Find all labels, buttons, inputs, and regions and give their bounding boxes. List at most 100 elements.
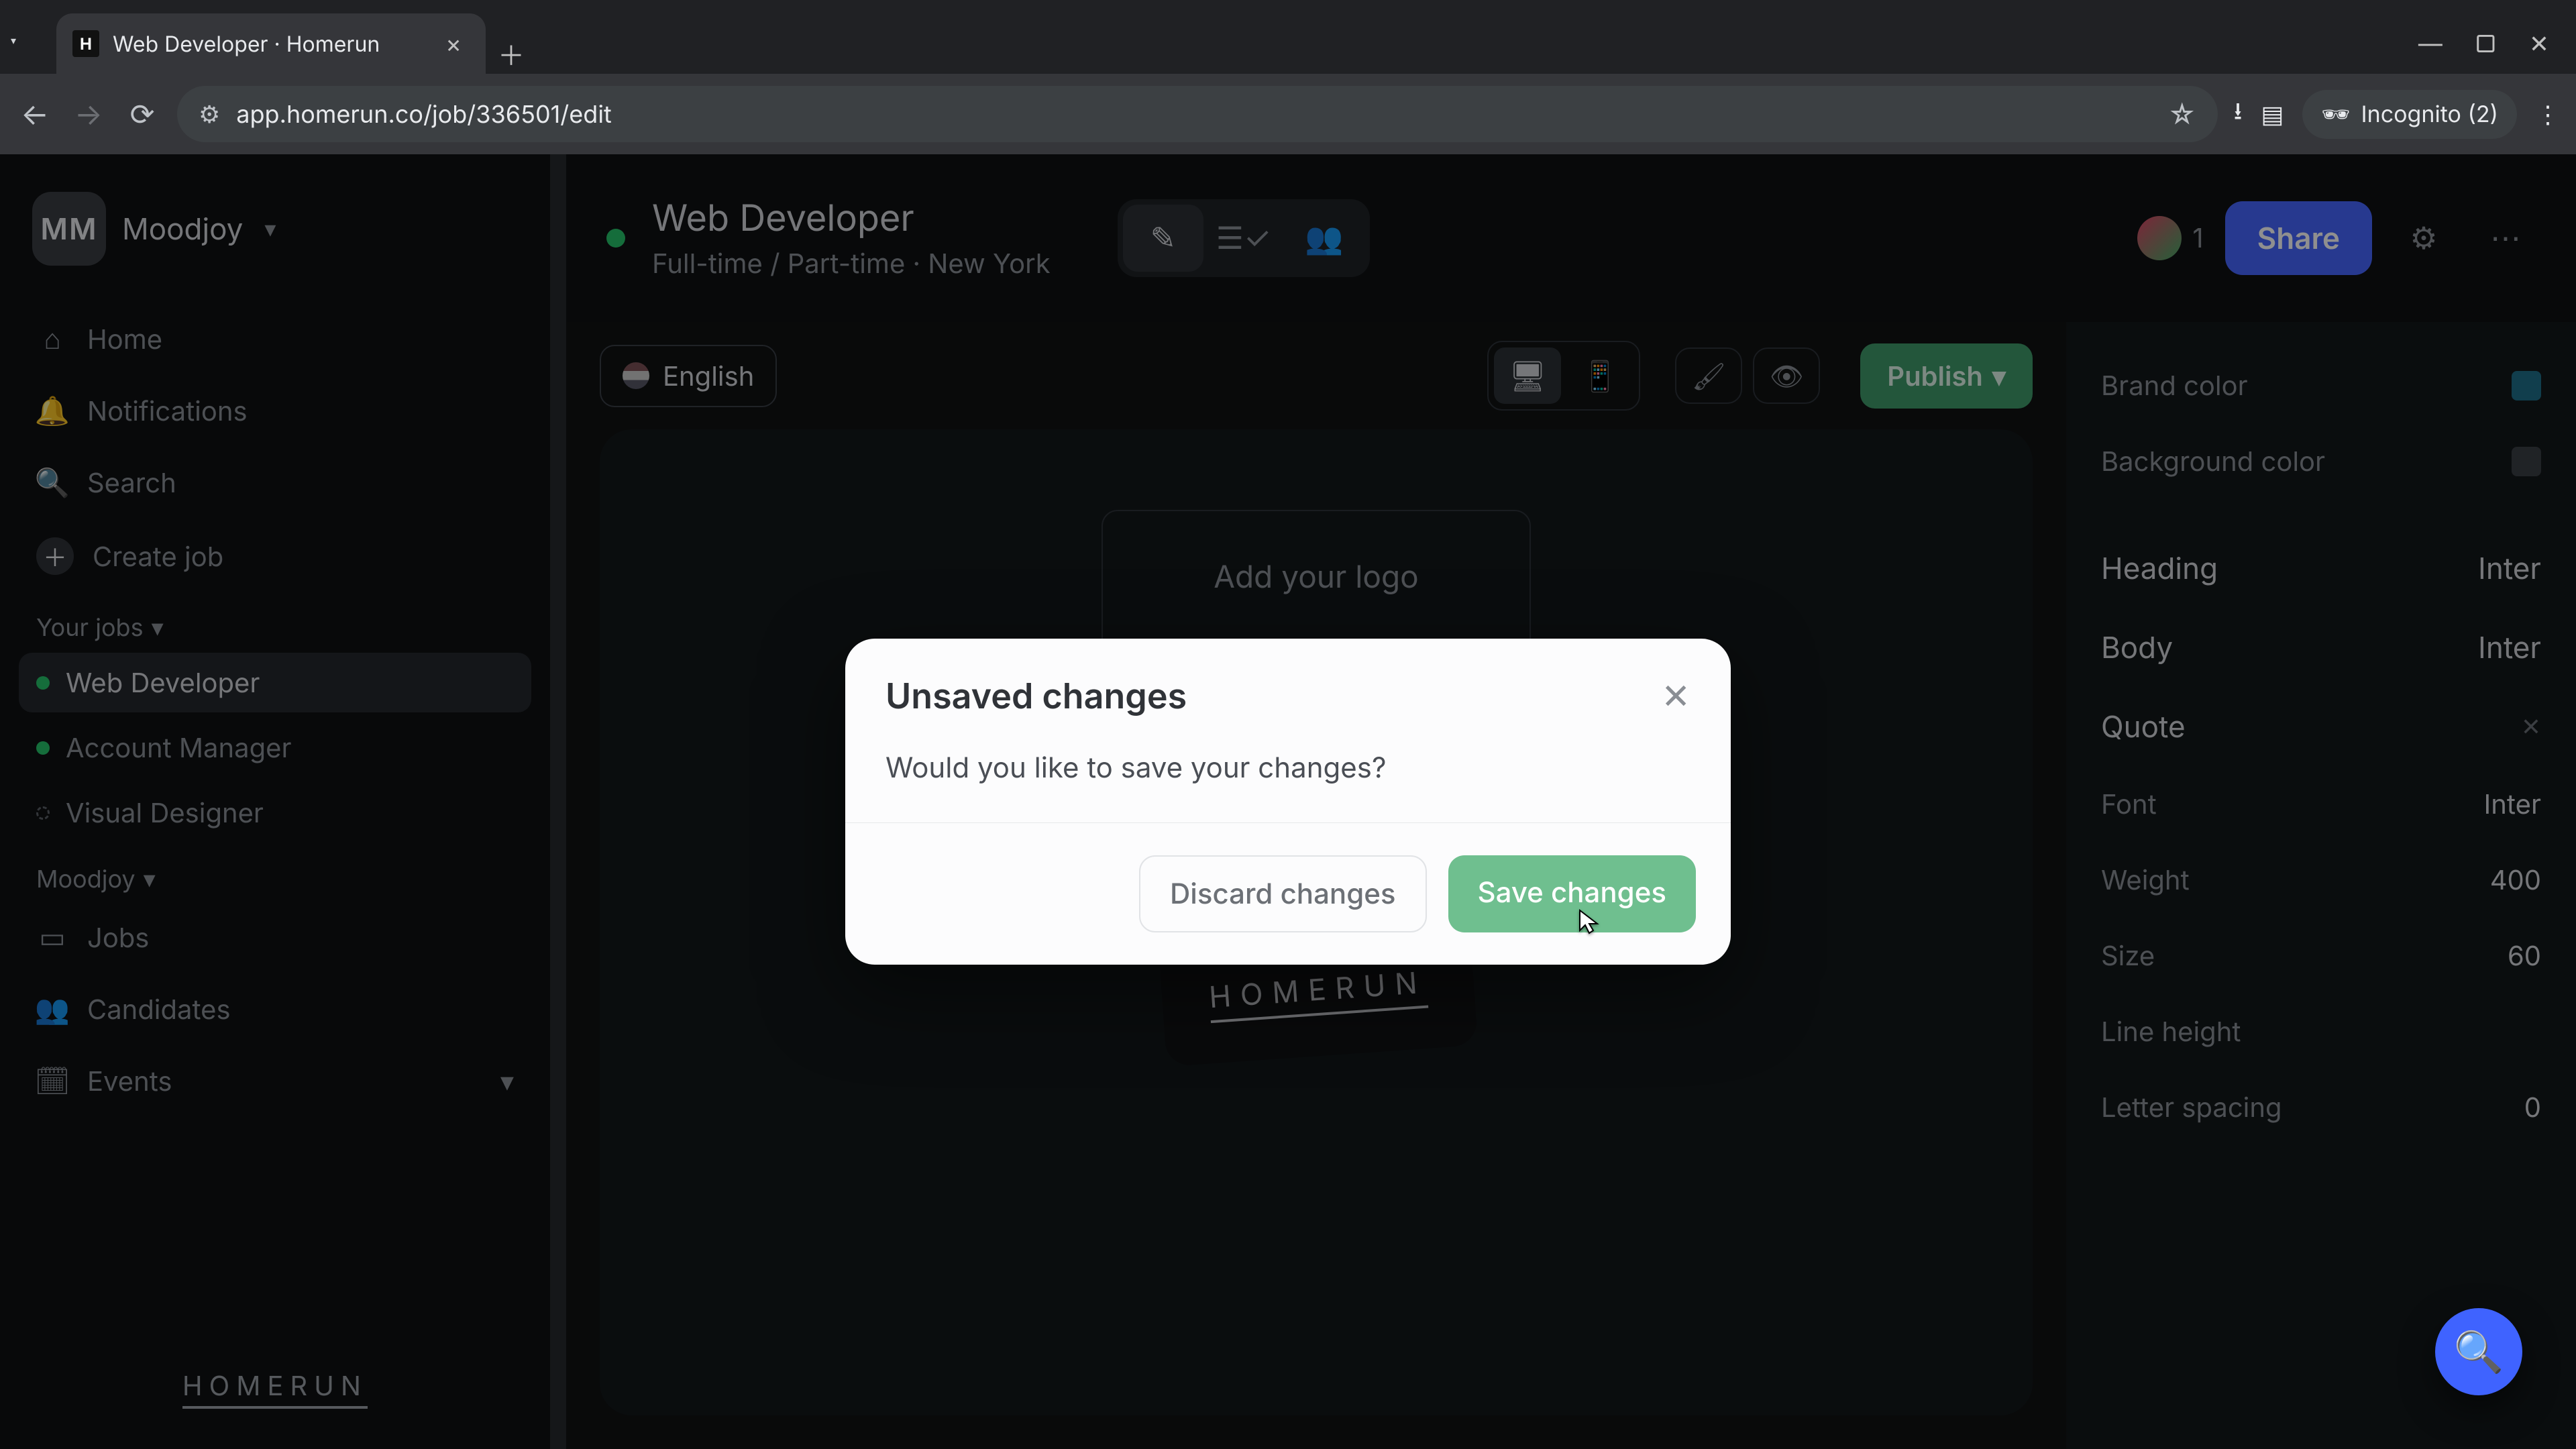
properties-panel: Brand color Background color Heading Int…	[2066, 322, 2576, 1449]
browser-tab-active[interactable]: H Web Developer · Homerun ×	[56, 13, 486, 74]
sidebar-item-events[interactable]: 🗓 Events ▾	[19, 1048, 531, 1114]
search-icon: 🔍	[36, 466, 68, 500]
sidebar-job-web-developer[interactable]: Web Developer	[19, 653, 531, 712]
publish-button[interactable]: Publish ▾	[1860, 343, 2033, 409]
desktop-preview-button[interactable]: 🖥	[1494, 347, 1561, 404]
prop-quote[interactable]: Quote ✕	[2096, 694, 2546, 759]
status-dot-icon	[36, 806, 50, 820]
sidebar-item-search[interactable]: 🔍 Search	[19, 449, 531, 516]
theme-brush-button[interactable]: 🖌	[1675, 347, 1742, 404]
sidebar-item-home[interactable]: ⌂ Home	[19, 306, 531, 372]
sidebar-item-notifications[interactable]: 🔔 Notifications	[19, 378, 531, 444]
tab-close-icon[interactable]: ×	[445, 29, 462, 58]
url-text: app.homerun.co/job/336501/edit	[236, 99, 612, 129]
job-topbar: Web Developer Full-time / Part-time · Ne…	[566, 154, 2576, 322]
bell-icon: 🔔	[36, 394, 68, 428]
discard-changes-button[interactable]: Discard changes	[1139, 855, 1427, 932]
calendar-icon: 🗓	[36, 1064, 68, 1098]
prop-line-height[interactable]: Line height	[2096, 1000, 2546, 1063]
sidebar-job-account-manager[interactable]: Account Manager	[19, 718, 531, 777]
cursor-icon	[1577, 908, 1604, 934]
chevron-down-icon: ▾	[152, 612, 164, 642]
edit-mode-button[interactable]: ✎	[1123, 205, 1203, 272]
tab-list-caret[interactable]: ▾	[11, 34, 51, 74]
window-minimize-icon[interactable]: —	[2418, 29, 2443, 58]
browser-menu-icon[interactable]: ⋮	[2536, 99, 2560, 129]
prop-body[interactable]: Body Inter	[2096, 614, 2546, 680]
sidebar-job-visual-designer[interactable]: Visual Designer	[19, 783, 531, 843]
prop-letter-spacing[interactable]: Letter spacing 0	[2096, 1076, 2546, 1138]
mobile-icon: 📱	[1582, 358, 1619, 394]
downloads-icon[interactable]: ⭳	[2234, 94, 2243, 135]
nav-back-icon[interactable]: ←	[16, 95, 54, 133]
sidebar-item-label: Account Manager	[66, 731, 292, 764]
more-icon: ⋯	[2490, 219, 2521, 257]
prop-heading[interactable]: Heading Inter	[2096, 535, 2546, 601]
page-title: Web Developer	[652, 197, 1051, 240]
nav-forward-icon[interactable]: →	[70, 95, 107, 133]
sidebar-item-label: Events	[87, 1065, 172, 1097]
people-icon: 👥	[36, 992, 68, 1026]
reader-icon[interactable]: ▤	[2261, 99, 2284, 129]
incognito-indicator[interactable]: 🕶 Incognito (2)	[2302, 90, 2517, 139]
status-dot-icon	[36, 676, 50, 690]
chevron-down-icon: ▾	[264, 215, 276, 243]
editor-toolbar: English 🖥 📱 🖌	[566, 322, 2066, 429]
prop-brand-color[interactable]: Brand color	[2096, 354, 2546, 417]
desktop-icon: 🖥	[1509, 358, 1546, 394]
mobile-preview-button[interactable]: 📱	[1566, 347, 1633, 404]
bookmark-star-icon[interactable]: ☆	[2168, 98, 2196, 131]
site-settings-icon[interactable]: ⚙	[199, 99, 220, 129]
save-changes-button[interactable]: Save changes	[1448, 855, 1696, 932]
sidebar-item-label: Jobs	[87, 921, 149, 954]
sidebar-item-label: Candidates	[87, 993, 231, 1026]
workspace-switcher[interactable]: MM Moodjoy ▾	[19, 181, 531, 276]
sidebar-item-label: Web Developer	[66, 666, 260, 699]
presence-count: 1	[2192, 221, 2203, 254]
sidebar-item-label: Create job	[93, 540, 223, 573]
sidebar-section-org[interactable]: Moodjoy ▾	[19, 848, 531, 899]
preview-button[interactable]: 👁	[1753, 347, 1820, 404]
prop-background-color[interactable]: Background color	[2096, 430, 2546, 492]
language-selector[interactable]: English	[600, 345, 777, 407]
color-swatch[interactable]	[2512, 371, 2541, 400]
unsaved-changes-modal: Unsaved changes ✕ Would you like to save…	[845, 639, 1731, 965]
prop-weight[interactable]: Weight 400	[2096, 849, 2546, 911]
sidebar-section-your-jobs[interactable]: Your jobs ▾	[19, 596, 531, 647]
presence-indicator[interactable]: 1	[2137, 216, 2203, 260]
modal-close-button[interactable]: ✕	[1661, 675, 1690, 717]
sidebar-item-candidates[interactable]: 👥 Candidates	[19, 976, 531, 1042]
search-icon: 🔍	[2454, 1328, 2504, 1376]
window-controls: — ▢ ✕	[2418, 13, 2565, 74]
chevron-down-icon: ▾	[500, 1065, 514, 1097]
help-fab[interactable]: 🔍	[2435, 1308, 2522, 1395]
window-maximize-icon[interactable]: ▢	[2475, 29, 2497, 58]
checklist-mode-button[interactable]: ☰✓	[1203, 205, 1284, 272]
share-button[interactable]: Share	[2225, 201, 2372, 275]
url-bar[interactable]: ⚙ app.homerun.co/job/336501/edit ☆	[177, 86, 2218, 142]
window-close-icon[interactable]: ✕	[2529, 29, 2549, 58]
nav-reload-icon[interactable]: ⟳	[123, 95, 161, 133]
status-dot-icon	[36, 741, 50, 755]
close-icon[interactable]: ✕	[2521, 712, 2541, 741]
color-swatch[interactable]	[2512, 447, 2541, 476]
prop-size[interactable]: Size 60	[2096, 924, 2546, 987]
prop-font[interactable]: Font Inter	[2096, 773, 2546, 835]
status-dot-icon	[606, 229, 625, 248]
new-tab-button[interactable]: ＋	[491, 34, 531, 74]
sidebar-item-jobs[interactable]: ▭ Jobs	[19, 904, 531, 971]
brush-icon: 🖌	[1692, 360, 1726, 392]
settings-button[interactable]: ⚙	[2394, 208, 2454, 268]
chevron-down-icon: ▾	[144, 864, 156, 894]
eye-icon: 👁	[1770, 360, 1804, 392]
sidebar-item-create-job[interactable]: ＋ Create job	[19, 521, 531, 591]
chevron-down-icon: ▾	[1992, 360, 2006, 392]
sidebar-scroll-indicator	[550, 154, 566, 1449]
sidebar-item-label: Visual Designer	[66, 796, 264, 829]
language-label: English	[663, 360, 754, 392]
team-mode-button[interactable]: 👥	[1284, 205, 1364, 272]
more-button[interactable]: ⋯	[2475, 208, 2536, 268]
sidebar-item-label: Search	[87, 466, 176, 499]
tab-title: Web Developer · Homerun	[113, 31, 380, 57]
tab-favicon: H	[72, 30, 99, 57]
